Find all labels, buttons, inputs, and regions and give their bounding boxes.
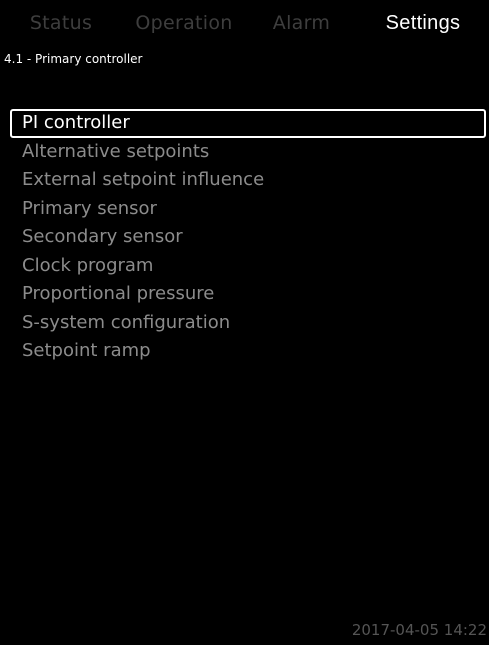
timestamp: 2017-04-05 14:22 [351, 621, 487, 639]
menu-item-external-setpoint-influence[interactable]: External setpoint influence [10, 166, 486, 195]
tab-bar: Status Operation Alarm Settings [0, 0, 489, 46]
menu-item-proportional-pressure[interactable]: Proportional pressure [10, 280, 486, 309]
menu-item-pi-controller[interactable]: PI controller [10, 109, 486, 138]
settings-menu: PI controller Alternative setpoints Exte… [10, 109, 486, 366]
menu-item-primary-sensor[interactable]: Primary sensor [10, 195, 486, 224]
menu-item-setpoint-ramp[interactable]: Setpoint ramp [10, 337, 486, 366]
page-title: 4.1 - Primary controller [4, 52, 143, 66]
tab-alarm[interactable]: Alarm [246, 0, 357, 46]
menu-item-s-system-configuration[interactable]: S-system configuration [10, 309, 486, 338]
tab-operation[interactable]: Operation [122, 0, 246, 46]
tab-settings[interactable]: Settings [357, 0, 489, 46]
menu-item-secondary-sensor[interactable]: Secondary sensor [10, 223, 486, 252]
tab-status[interactable]: Status [0, 0, 122, 46]
menu-item-alternative-setpoints[interactable]: Alternative setpoints [10, 138, 486, 167]
menu-item-clock-program[interactable]: Clock program [10, 252, 486, 281]
